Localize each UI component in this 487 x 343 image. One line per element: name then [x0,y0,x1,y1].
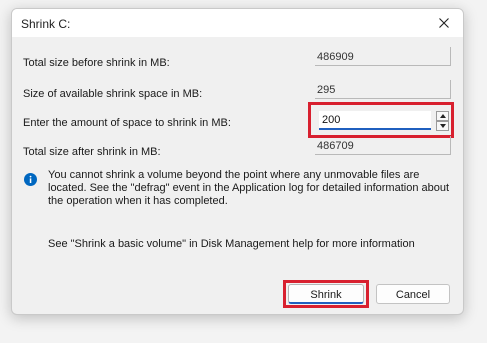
title-bar: Shrink C: [12,9,463,37]
close-icon [439,18,449,28]
shrink-amount-input[interactable] [319,111,431,130]
shrink-amount-highlight [308,102,454,138]
total-size-value: 486909 [317,51,354,63]
triangle-up-icon [440,114,446,118]
info-icon [24,173,37,186]
close-button[interactable] [430,12,458,34]
spin-up-button[interactable] [436,111,449,121]
cancel-button[interactable]: Cancel [376,284,450,304]
available-space-value: 295 [317,84,336,96]
triangle-down-icon [440,124,446,128]
dialog-title: Shrink C: [21,17,71,31]
help-message: See "Shrink a basic volume" in Disk Mana… [48,238,415,250]
shrink-button[interactable]: Shrink [288,284,364,304]
shrink-amount-label: Enter the amount of space to shrink in M… [23,117,231,129]
available-space-label: Size of available shrink space in MB: [23,88,203,100]
info-message: You cannot shrink a volume beyond the po… [48,169,450,207]
total-size-label: Total size before shrink in MB: [23,57,170,69]
shrink-dialog: Shrink C: Total size before shrink in MB… [11,8,464,315]
size-after-value: 486709 [317,140,354,152]
spin-down-button[interactable] [436,121,449,131]
size-after-label: Total size after shrink in MB: [23,146,161,158]
